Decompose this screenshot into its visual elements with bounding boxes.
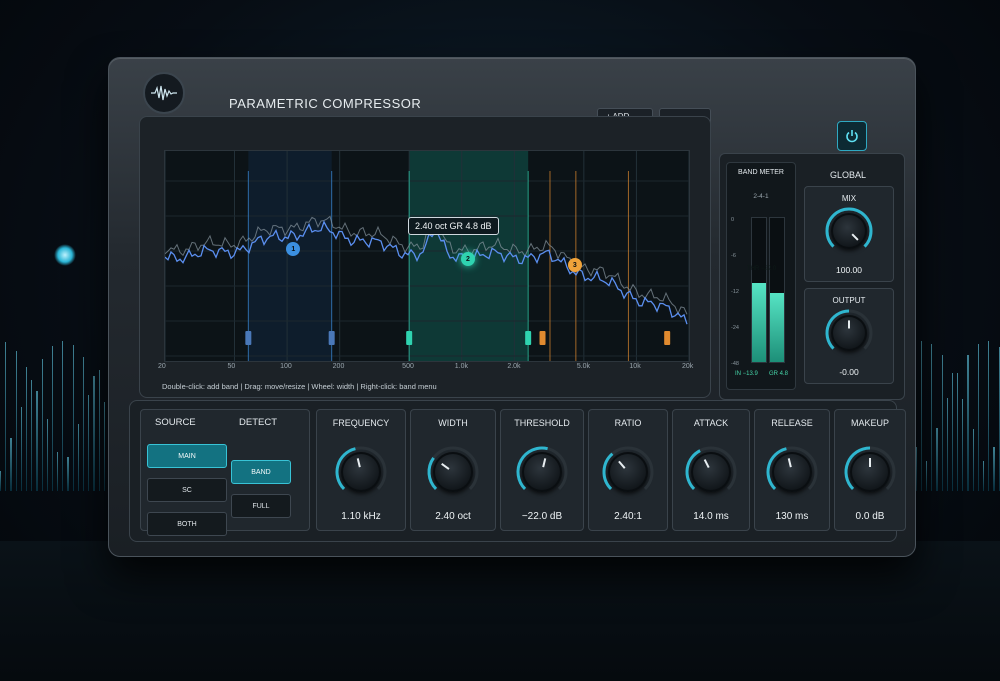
spectrum-canvas [165, 151, 689, 361]
width-value: 2.40 oct [435, 511, 471, 522]
freq-tick-label: 100 [280, 363, 292, 370]
plugin-window: PARAMETRIC COMPRESSOR + ADD BAND DELETE … [108, 57, 916, 557]
release-value: 130 ms [775, 511, 809, 522]
frequency-value: 1.10 kHz [341, 511, 381, 522]
output-knob[interactable] [825, 309, 873, 351]
band-meter: BAND METER 2-4-1 0 -6 -12 -24 -48 THR −22.0 … [726, 162, 796, 390]
threshold-knob[interactable] [516, 446, 568, 492]
makeup-control: MAKEUP 0.0 dB [834, 409, 906, 531]
source-both-button[interactable]: BOTH [147, 512, 227, 536]
band-node-3[interactable]: 3 [567, 258, 582, 272]
frequency-knob[interactable] [335, 446, 387, 492]
band-edge-handle[interactable] [245, 331, 252, 345]
freq-tick-label: 200 [332, 363, 345, 370]
threshold-control: THRESHOLD −22.0 dB [500, 409, 584, 531]
source-detect-panel: SOURCE DETECT MAIN SC BOTH BAND FULL [140, 409, 310, 536]
mix-knob[interactable] [825, 207, 873, 249]
release-label: RELEASE [771, 418, 813, 428]
band-meter-id: 2-4-1 [753, 193, 769, 200]
release-control: RELEASE 130 ms [754, 409, 830, 531]
ratio-knob[interactable] [602, 446, 654, 492]
background-light [54, 244, 76, 266]
band-controls-panel: SOURCE DETECT MAIN SC BOTH BAND FULL FREQUE… [129, 400, 906, 542]
global-title: GLOBAL [829, 170, 867, 180]
band-edge-handle[interactable] [406, 331, 413, 345]
band-meter-title: BAND METER [738, 169, 784, 176]
band-tooltip: 2.40 oct GR 4.8 dB [408, 217, 499, 235]
freq-tick-label: 20 [158, 363, 166, 370]
floor-reflection [0, 541, 1000, 681]
graph-hint: Double-click: add band | Drag: move/resi… [162, 382, 437, 391]
waveform-logo-icon [143, 72, 185, 114]
meter-scale-label: 0 [731, 217, 735, 223]
input-readout: IN −13.9 [735, 371, 758, 377]
spectrum-panel: 20 50 100 200 500 1.0k 2.0k 5.0k 10k 20k 2.40 oct… [139, 116, 711, 398]
ratio-control: RATIO 2.40:1 [588, 409, 668, 531]
threshold-value: −22.0 dB [521, 511, 563, 522]
freq-tick-label: 10k [629, 363, 641, 370]
makeup-value: 0.0 dB [855, 511, 885, 522]
width-knob[interactable] [427, 446, 479, 492]
band-edge-handle[interactable] [328, 331, 335, 345]
ratio-value: 2.40:1 [614, 511, 642, 522]
meter-track-in [751, 217, 767, 363]
global-section: GLOBAL MIX 100.00 OUTPUT -0.00 [798, 162, 898, 388]
makeup-knob[interactable] [844, 446, 896, 492]
width-label: WIDTH [438, 418, 468, 428]
gr-readout: GR 4.8 [769, 371, 789, 377]
freq-tick-label: 20k [682, 363, 694, 370]
background-waveform-left [0, 331, 111, 491]
meter-fill-gr [770, 292, 784, 362]
source-main-button[interactable]: MAIN [147, 444, 227, 468]
spectrum-graph[interactable] [164, 150, 690, 362]
attack-knob[interactable] [685, 446, 737, 492]
output-panel: OUTPUT -0.00 [804, 288, 894, 384]
width-control: WIDTH 2.40 oct [410, 409, 496, 531]
freq-tick-label: 2.0k [507, 363, 521, 370]
ratio-label: RATIO [614, 418, 642, 428]
meter-scale-label: -12 [731, 289, 739, 295]
attack-control: ATTACK 14.0 ms [672, 409, 750, 531]
output-label: OUTPUT [832, 296, 866, 305]
mix-value: 100.00 [836, 265, 862, 275]
release-knob[interactable] [766, 446, 818, 492]
makeup-label: MAKEUP [850, 418, 889, 428]
threshold-readout: THR −22.0 [747, 266, 777, 272]
frequency-label: FREQUENCY [332, 418, 390, 428]
detect-title: DETECT [239, 417, 277, 428]
freq-tick-label: 50 [227, 363, 236, 370]
frequency-control: FREQUENCY 1.10 kHz [316, 409, 406, 531]
meter-fill-in [752, 282, 766, 362]
app-title: PARAMETRIC COMPRESSOR [229, 96, 422, 111]
source-sc-button[interactable]: SC [147, 478, 227, 502]
source-title: SOURCE [155, 417, 196, 428]
power-button[interactable] [837, 121, 867, 151]
attack-label: ATTACK [693, 418, 729, 428]
meter-global-panel: BAND METER 2-4-1 0 -6 -12 -24 -48 THR −22.0 … [719, 153, 905, 400]
freq-tick-label: 500 [402, 363, 414, 370]
band-edge-handle[interactable] [539, 331, 546, 345]
band-edge-handle[interactable] [525, 331, 532, 345]
detect-full-button[interactable]: FULL [231, 494, 291, 518]
band-edge-handle[interactable] [664, 331, 671, 345]
threshold-label: THRESHOLD [514, 418, 570, 428]
attack-value: 14.0 ms [693, 511, 729, 522]
meter-scale-label: -6 [731, 253, 736, 259]
power-icon [846, 130, 858, 143]
output-value: -0.00 [839, 367, 859, 377]
band-node-2[interactable]: 2 [460, 252, 475, 266]
freq-tick-label: 1.0k [454, 363, 468, 370]
mix-panel: MIX 100.00 [804, 186, 894, 282]
meter-scale-label: -24 [731, 325, 739, 331]
mix-label: MIX [841, 194, 857, 203]
meter-scale-label: -48 [731, 361, 739, 367]
meter-track-gr [769, 217, 785, 363]
freq-tick-label: 5.0k [576, 363, 591, 370]
detect-band-button[interactable]: BAND [231, 460, 291, 484]
